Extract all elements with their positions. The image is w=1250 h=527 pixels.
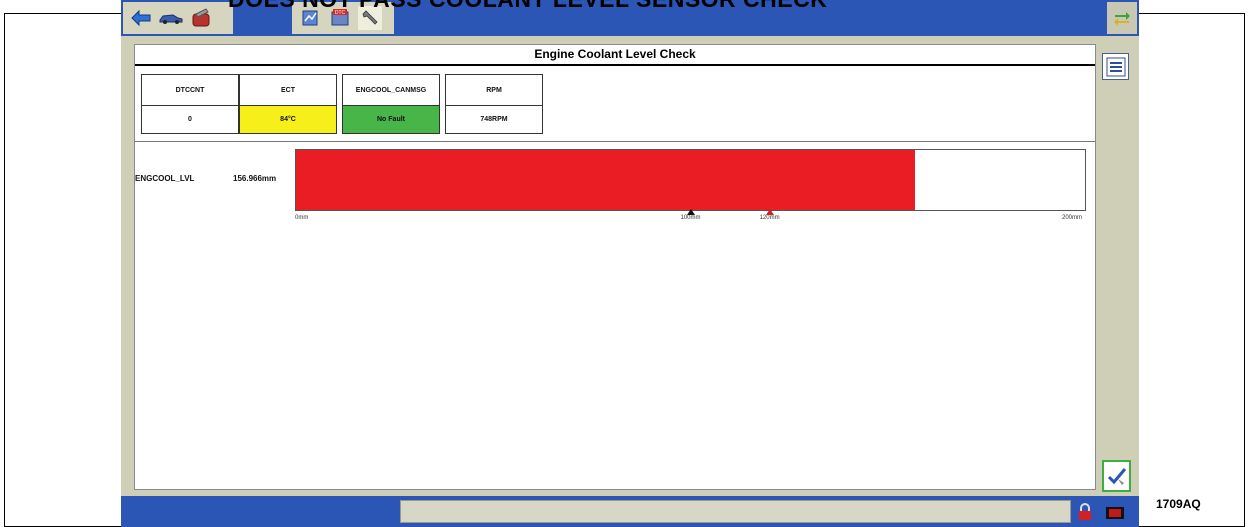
pid-divider (135, 141, 1095, 142)
connector-icon[interactable] (1105, 502, 1125, 522)
status-bar (121, 496, 1139, 527)
pid-cell-ect[interactable]: ECT 84°C (239, 74, 337, 134)
gauge-tick-label: 200mm (1062, 215, 1083, 221)
pid-name: RPM (446, 75, 542, 106)
gauge-fill (296, 150, 916, 210)
pid-name: ECT (240, 75, 336, 106)
pid-name: ENGCOOL_CANMSG (343, 75, 439, 106)
gauge-tick-label: 0mm (295, 215, 309, 221)
gauge-value: 156.966mm (233, 174, 277, 183)
page-heading: DOES NOT PASS COOLANT LEVEL SENSOR CHECK (228, 0, 1048, 11)
pid-value: 0 (142, 106, 238, 133)
padlock-icon[interactable] (1075, 502, 1095, 522)
tools-bag-icon[interactable] (189, 6, 213, 30)
pid-cell-engcool-canmsg[interactable]: ENGCOOL_CANMSG No Fault (342, 74, 440, 134)
scan-tool-window: DTC Engine Coolant Level Check DTCCNT 0 … (121, 0, 1139, 527)
pid-value: No Fault (343, 106, 439, 133)
gauge-pid-name: ENGCOOL_LVL (135, 174, 195, 183)
back-arrow-icon[interactable] (129, 6, 153, 30)
status-message-field (400, 500, 1071, 523)
panel-title: Engine Coolant Level Check (534, 47, 696, 61)
pid-cell-rpm[interactable]: RPM 748RPM (445, 74, 543, 134)
pid-cell-dtccnt[interactable]: DTCCNT 0 (141, 74, 239, 134)
vehicle-icon[interactable] (159, 6, 183, 30)
check-tool-icon[interactable] (1102, 460, 1131, 492)
list-menu-icon[interactable] (1102, 53, 1129, 80)
title-divider (135, 64, 1095, 66)
pid-name: DTCCNT (142, 75, 238, 106)
coolant-level-gauge[interactable] (295, 149, 1086, 211)
swap-arrows-icon[interactable] (1107, 2, 1137, 34)
data-panel: Engine Coolant Level Check DTCCNT 0 ECT … (134, 44, 1096, 490)
pid-value: 84°C (240, 106, 336, 133)
figure-id: 1709AQ (1156, 497, 1201, 511)
toolbar-left-group (123, 2, 233, 34)
pid-value: 748RPM (446, 106, 542, 133)
